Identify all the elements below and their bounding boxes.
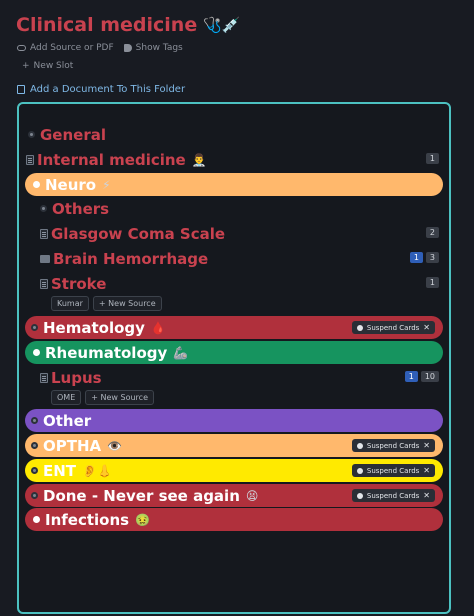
new-source-button[interactable]: + New Source — [92, 296, 162, 311]
link-icon — [17, 45, 26, 51]
close-icon[interactable]: ✕ — [423, 441, 430, 450]
tree-item-rheumatology[interactable]: Rheumatology 🦾 — [25, 341, 443, 364]
suspend-cards-button[interactable]: Suspend Cards ✕ — [351, 489, 435, 502]
bullet-icon — [31, 417, 38, 424]
blood-drop-emoji: 🩸 — [150, 320, 166, 335]
tag-icon — [123, 44, 132, 52]
tree-item-done[interactable]: Done - Never see again 😫 Suspend Cards ✕ — [25, 484, 443, 507]
sick-face-emoji: 🤢 — [135, 512, 151, 527]
card-count-badge: 2 — [425, 227, 439, 238]
tree-item-internal-medicine[interactable]: Internal medicine 👨‍⚕️ 1 — [26, 148, 445, 171]
card-count-badge: 1 — [425, 153, 439, 164]
document-icon — [17, 85, 25, 94]
bullet-icon — [31, 467, 38, 474]
gear-icon — [356, 442, 363, 449]
lightning-emoji: ⚡ — [102, 177, 111, 192]
arm-emoji: 🦾 — [173, 345, 189, 360]
doctor-emoji: 👨‍⚕️ — [191, 152, 207, 167]
title-emoji: 🩺💉 — [203, 16, 241, 34]
bullet-icon — [31, 324, 38, 331]
document-icon — [40, 228, 48, 239]
document-icon — [26, 154, 34, 165]
tree-item-hematology[interactable]: Hematology 🩸 Suspend Cards ✕ — [25, 316, 443, 339]
gear-icon — [356, 467, 363, 474]
bullet-icon — [33, 516, 40, 523]
new-slot-button[interactable]: + New Slot — [22, 61, 73, 71]
ear-nose-emoji: 👂👃 — [82, 463, 112, 478]
bullet-icon — [33, 349, 40, 356]
document-icon — [40, 372, 48, 383]
tree-item-other[interactable]: Other — [25, 409, 443, 432]
bullet-icon — [31, 442, 38, 449]
tree-item-ent[interactable]: ENT 👂👃 Suspend Cards ✕ — [25, 459, 443, 482]
eye-emoji: 👁️ — [107, 438, 123, 453]
document-icon — [40, 278, 48, 289]
lupus-sources: OME + New Source — [51, 390, 154, 405]
card-count-badge: 3 — [425, 252, 439, 263]
tree-item-others[interactable]: Others — [40, 197, 440, 220]
due-count-badge: 1 — [409, 252, 423, 263]
tree-item-glasgow-coma-scale[interactable]: Glasgow Coma Scale 2 — [40, 222, 445, 245]
folder-actions: Add Source or PDF Show Tags — [17, 43, 183, 53]
suspend-cards-button[interactable]: Suspend Cards ✕ — [351, 321, 435, 334]
tree-item-brain-hemorrhage[interactable]: Brain Hemorrhage 1 3 — [40, 247, 445, 270]
bullet-icon — [33, 181, 40, 188]
suspend-cards-button[interactable]: Suspend Cards ✕ — [351, 464, 435, 477]
close-icon[interactable]: ✕ — [423, 323, 430, 332]
gear-icon — [356, 492, 363, 499]
suspend-cards-button[interactable]: Suspend Cards ✕ — [351, 439, 435, 452]
due-count-badge: 1 — [404, 371, 418, 382]
bullet-icon — [28, 131, 35, 138]
folder-icon — [40, 254, 50, 263]
card-count-badge: 1 — [425, 277, 439, 288]
gear-icon — [356, 324, 363, 331]
tree-item-neuro[interactable]: Neuro ⚡ — [25, 173, 443, 196]
close-icon[interactable]: ✕ — [423, 491, 430, 500]
show-tags-button[interactable]: Show Tags — [123, 43, 183, 53]
tree-item-stroke[interactable]: Stroke 1 — [40, 272, 445, 295]
bullet-icon — [31, 492, 38, 499]
close-icon[interactable]: ✕ — [423, 466, 430, 475]
source-chip[interactable]: OME — [51, 390, 82, 405]
tree-item-lupus[interactable]: Lupus 1 10 — [40, 366, 445, 389]
bullet-icon — [40, 205, 47, 212]
new-source-button[interactable]: + New Source — [85, 390, 154, 405]
tree-item-infections[interactable]: Infections 🤢 — [25, 508, 443, 531]
plus-icon: + — [22, 61, 30, 71]
stroke-sources: Kumar + New Source — [51, 296, 162, 311]
tree-item-optha[interactable]: OPTHA 👁️ Suspend Cards ✕ — [25, 434, 443, 457]
add-document-button[interactable]: Add a Document To This Folder — [17, 84, 185, 95]
source-chip[interactable]: Kumar — [51, 296, 89, 311]
page-title: Clinical medicine 🩺💉 — [16, 14, 241, 36]
tree-item-general[interactable]: General — [28, 123, 438, 146]
tired-face-emoji: 😫 — [245, 488, 259, 503]
card-count-badge: 10 — [420, 371, 439, 382]
add-source-button[interactable]: Add Source or PDF — [17, 43, 114, 53]
